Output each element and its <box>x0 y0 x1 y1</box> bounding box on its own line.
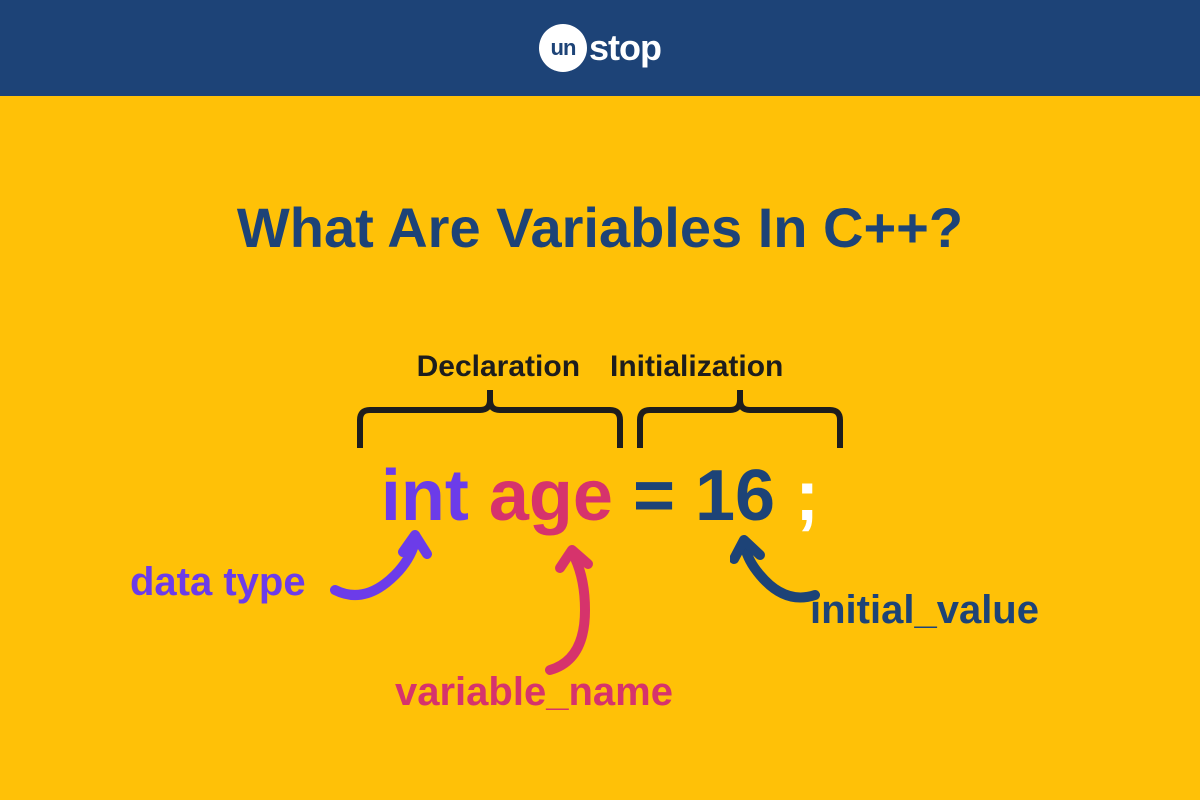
label-declaration: Declaration <box>417 350 580 384</box>
diagram-page: un stop What Are Variables In C++? Decla… <box>0 0 1200 800</box>
brand-logo-text: stop <box>589 27 661 69</box>
code-line: int age = 16 ; <box>0 455 1200 537</box>
top-bracket-labels: Declaration Initialization <box>0 350 1200 384</box>
token-equals: = <box>633 456 675 536</box>
bracket-row <box>0 390 1200 450</box>
arrow-data-type-icon <box>325 530 435 610</box>
token-age: age <box>489 456 613 536</box>
brand-logo: un stop <box>539 24 661 72</box>
token-value: 16 <box>695 456 775 536</box>
brand-logo-circle: un <box>539 24 587 72</box>
callout-data-type: data type <box>130 560 306 605</box>
bracket-initialization-icon <box>635 390 845 450</box>
bracket-declaration-icon <box>355 390 625 450</box>
header-bar: un stop <box>0 0 1200 96</box>
arrow-variable-name-icon <box>530 540 620 680</box>
token-int: int <box>381 456 469 536</box>
page-title: What Are Variables In C++? <box>0 195 1200 260</box>
callout-initial-value: initial_value <box>810 588 1039 633</box>
token-semicolon: ; <box>795 456 819 536</box>
label-initialization: Initialization <box>610 350 783 384</box>
arrow-initial-value-icon <box>730 535 830 615</box>
